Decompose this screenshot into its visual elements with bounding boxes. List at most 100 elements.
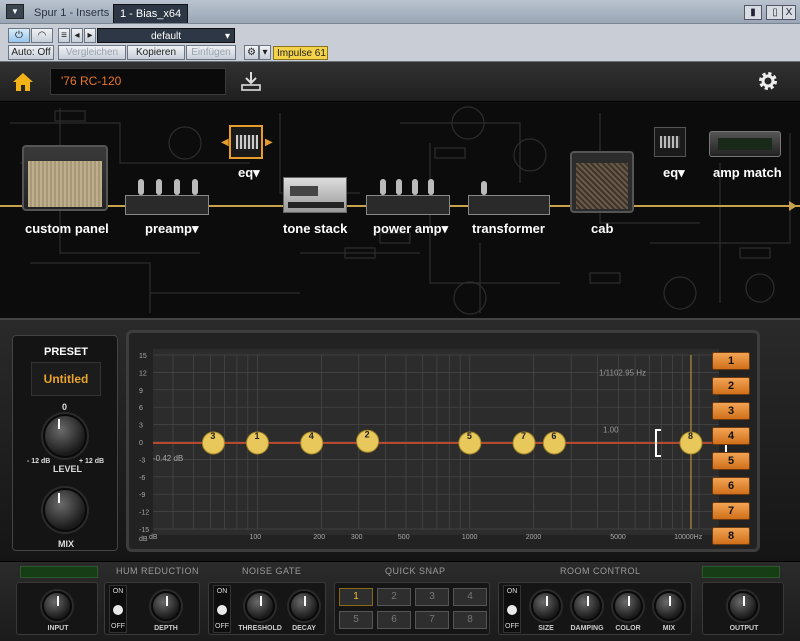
gear-small-icon[interactable]: ⚙ — [244, 45, 259, 60]
chevron-down-icon: ▾ — [224, 31, 230, 42]
download-icon[interactable] — [240, 70, 262, 92]
room-toggle[interactable]: ON OFF — [503, 585, 521, 633]
preset-menu-icon[interactable]: ≡ — [58, 28, 70, 43]
threshold-knob[interactable] — [245, 591, 275, 621]
output-label: OUTPUT — [729, 625, 759, 632]
snap-button-4[interactable]: 4 — [453, 588, 487, 606]
snap-button-8[interactable]: 8 — [453, 611, 487, 629]
gate-toggle[interactable]: ON OFF — [213, 585, 231, 633]
chain-label-power-amp[interactable]: power amp▾ — [373, 221, 448, 237]
preamp-module-image[interactable] — [125, 195, 209, 215]
next-preset-icon[interactable]: ▸ — [84, 28, 96, 43]
settings-gear-icon[interactable] — [756, 69, 780, 93]
size-knob[interactable] — [531, 591, 561, 621]
level-knob[interactable] — [43, 414, 87, 458]
eq-prev-arrow-icon[interactable]: ◀ — [221, 137, 229, 148]
room-control-module: ON OFF SIZE DAMPING COLOR MIX — [498, 582, 692, 635]
room-on-label: ON — [506, 588, 518, 595]
output-meter — [702, 566, 780, 578]
hum-off-label: OFF — [111, 623, 125, 630]
compare-button[interactable]: Vergleichen — [58, 45, 126, 60]
y-tick-label: 6 — [139, 405, 143, 412]
snap-button-7[interactable]: 7 — [415, 611, 449, 629]
chain-label-eq[interactable]: eq▾ — [238, 165, 260, 181]
color-knob[interactable] — [613, 591, 643, 621]
x-tick-label: 300 — [351, 534, 363, 541]
hum-reduction-header: HUM REDUCTION — [116, 566, 199, 576]
level-min-mark: - 12 dB — [27, 458, 51, 465]
damping-knob[interactable] — [572, 591, 602, 621]
snap-button-3[interactable]: 3 — [415, 588, 449, 606]
eq-label: eq — [238, 165, 254, 180]
mix-label: MIX — [58, 539, 75, 549]
mix-knob[interactable] — [43, 488, 87, 532]
snap-button-5[interactable]: 5 — [339, 611, 373, 629]
chain-label-amp-match[interactable]: amp match — [713, 165, 782, 180]
track-tab[interactable]: Spur 1 - Inserts — [28, 4, 115, 23]
noise-gate-header: NOISE GATE — [242, 566, 302, 576]
preset-dropdown[interactable]: default ▾ — [97, 28, 235, 43]
snap-button-6[interactable]: 6 — [377, 611, 411, 629]
band-button-5[interactable]: 5 — [712, 452, 750, 470]
cab-image[interactable] — [570, 151, 634, 213]
preset-title: PRESET — [43, 346, 88, 358]
input-knob[interactable] — [42, 591, 72, 621]
chevron-down-icon: ▾ — [441, 221, 449, 236]
band-button-3[interactable]: 3 — [712, 402, 750, 420]
band-button-6[interactable]: 6 — [712, 477, 750, 495]
quick-snap-module: 1 2 3 4 5 6 7 8 — [334, 582, 490, 635]
band-button-4[interactable]: 4 — [712, 427, 750, 445]
band-button-7[interactable]: 7 — [712, 502, 750, 520]
eq-graph[interactable]: 15129630-3-6-9-12-15dB 100 200 300 500 1000 20… — [129, 333, 757, 549]
sidechain-input[interactable]: Impulse 61 — [273, 46, 328, 60]
tone-stack-image[interactable] — [283, 177, 347, 213]
menu-arrow-icon[interactable]: ▼ — [6, 4, 24, 19]
plugin-tab[interactable]: 1 - Bias_x64 — [113, 4, 189, 23]
y-tick-label: 3 — [139, 423, 143, 430]
decay-knob[interactable] — [289, 591, 319, 621]
chain-label-post-eq[interactable]: eq▾ — [663, 165, 685, 181]
automation-icon[interactable]: ◠ — [31, 28, 53, 43]
custom-panel-amp-image[interactable] — [22, 145, 108, 211]
chain-label-preamp[interactable]: preamp▾ — [145, 221, 199, 237]
close-icon[interactable]: X — [782, 5, 796, 20]
chain-label-tone-stack[interactable]: tone stack — [283, 221, 347, 236]
band-button-8[interactable]: 8 — [712, 527, 750, 545]
preset-name-display[interactable]: '76 RC-120 — [50, 68, 226, 95]
prev-preset-icon[interactable]: ◂ — [71, 28, 83, 43]
transformer-image[interactable] — [468, 195, 550, 215]
room-mix-knob[interactable] — [654, 591, 684, 621]
amp-match-image[interactable] — [709, 131, 781, 157]
chevron-down-icon-2[interactable]: ▾ — [259, 45, 271, 60]
chain-label-transformer[interactable]: transformer — [472, 221, 545, 236]
chain-label-cab[interactable]: cab — [591, 221, 613, 236]
signal-chain: custom panel preamp▾ ◀ ▶ eq▾ tone stack … — [0, 103, 800, 318]
paste-button[interactable]: Einfügen — [186, 45, 236, 60]
band-button-2[interactable]: 2 — [712, 377, 750, 395]
room-off-label: OFF — [505, 623, 519, 630]
depth-knob[interactable] — [151, 591, 181, 621]
preamp-label: preamp — [145, 221, 192, 236]
copy-button[interactable]: Kopieren — [127, 45, 185, 60]
home-icon[interactable] — [12, 72, 34, 92]
post-eq-module-image[interactable] — [654, 127, 686, 157]
eq-next-arrow-icon[interactable]: ▶ — [265, 137, 273, 148]
chain-label-custom-panel[interactable]: custom panel — [25, 221, 109, 236]
power-amp-image[interactable] — [366, 195, 450, 215]
x-tick-label: 1000 — [462, 534, 478, 541]
output-knob[interactable] — [728, 591, 758, 621]
snap-button-1[interactable]: 1 — [339, 588, 373, 606]
y-tick-label: 9 — [139, 388, 143, 395]
pin-icon[interactable]: ▮ — [744, 5, 762, 20]
band-button-1[interactable]: 1 — [712, 352, 750, 370]
eq-module-selected[interactable] — [229, 125, 263, 159]
auto-off-button[interactable]: Auto: Off — [8, 45, 54, 60]
preset-value[interactable]: Untitled — [31, 362, 101, 396]
power-icon[interactable]: ⏻ — [8, 28, 30, 43]
preset-dropdown-value: default — [150, 31, 182, 42]
snap-button-2[interactable]: 2 — [377, 588, 411, 606]
y-tick-label: -15 — [139, 527, 149, 534]
hum-toggle[interactable]: ON OFF — [109, 585, 127, 633]
x-tick-label: 10000Hz — [674, 534, 703, 541]
x-tick-label: 5000 — [610, 534, 626, 541]
